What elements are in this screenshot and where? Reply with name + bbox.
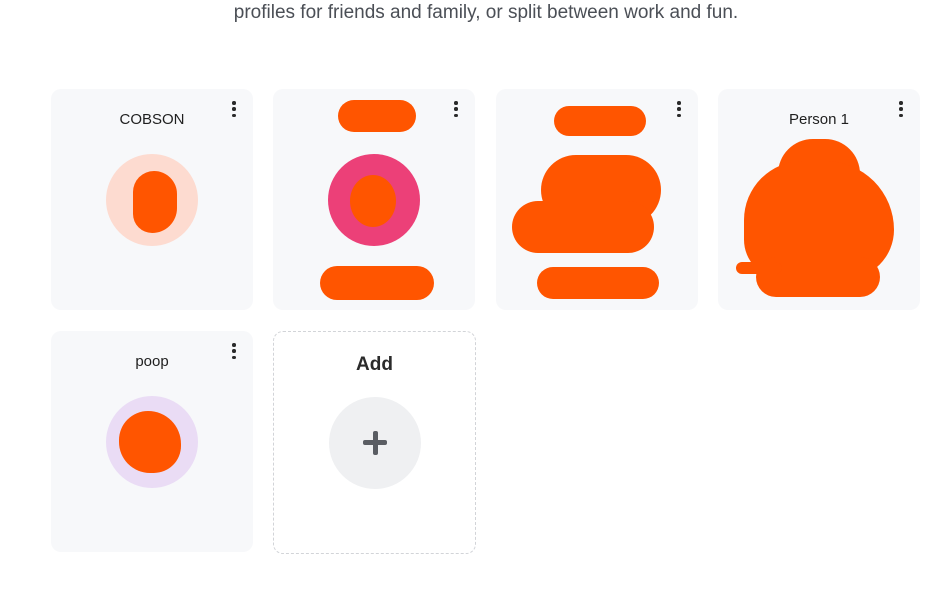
profile-card[interactable]: COBSON <box>51 89 253 310</box>
add-profile-button[interactable]: Add <box>273 331 476 554</box>
profile-name: poop <box>135 353 169 370</box>
redaction-mark <box>512 201 654 253</box>
redaction-mark <box>338 100 416 132</box>
profile-name: Person 1 <box>788 111 850 128</box>
more-vertical-icon[interactable] <box>896 101 906 117</box>
redaction-mark <box>537 267 659 299</box>
redaction-mark <box>119 411 181 473</box>
add-label: Add <box>356 354 393 375</box>
profile-card[interactable]: Person 1 <box>718 89 920 310</box>
profile-card[interactable] <box>496 89 698 310</box>
redaction-mark <box>554 106 646 136</box>
avatar <box>106 396 198 488</box>
more-vertical-icon[interactable] <box>229 343 239 359</box>
profile-card[interactable] <box>273 89 475 310</box>
avatar <box>106 154 198 246</box>
more-vertical-icon[interactable] <box>451 101 461 117</box>
plus-icon <box>329 397 421 489</box>
intro-text: profiles for friends and family, or spli… <box>233 2 739 23</box>
more-vertical-icon[interactable] <box>674 101 684 117</box>
more-vertical-icon[interactable] <box>229 101 239 117</box>
redaction-mark <box>350 175 396 227</box>
redaction-mark <box>320 266 434 300</box>
profile-name: COBSON <box>119 111 185 128</box>
avatar <box>328 154 420 246</box>
redaction-mark <box>133 171 177 233</box>
redaction-mark <box>736 262 782 274</box>
profile-card[interactable]: poop <box>51 331 253 552</box>
